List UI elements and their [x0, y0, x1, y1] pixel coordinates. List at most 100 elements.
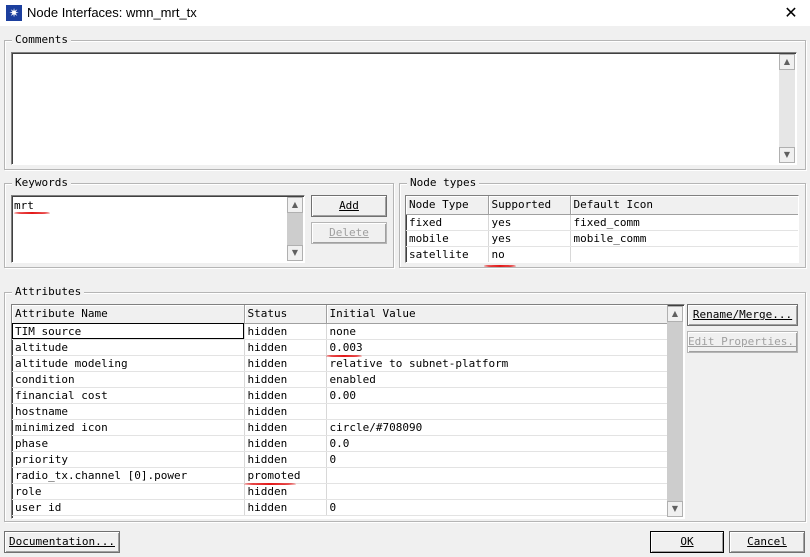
scroll-thumb[interactable] [667, 322, 683, 501]
keywords-label: Keywords [12, 176, 71, 190]
status-cell[interactable]: hidden [244, 483, 327, 500]
edit-properties-button[interactable]: Edit Properties... [687, 331, 798, 353]
status-cell[interactable]: hidden [244, 451, 327, 468]
initial-value-cell[interactable]: 0 [326, 451, 668, 468]
scroll-down-icon[interactable]: ▼ [667, 501, 683, 517]
scroll-thumb[interactable] [287, 213, 303, 245]
attribute-name-cell[interactable]: altitude [12, 339, 245, 356]
initial-value-cell[interactable]: 0.0 [326, 435, 668, 452]
column-header[interactable]: Default Icon [570, 196, 798, 215]
table-row[interactable]: phase hidden 0.0 [12, 435, 668, 452]
initial-value-cell[interactable]: none [326, 323, 668, 340]
status-cell[interactable]: hidden [244, 435, 327, 452]
attribute-name-cell[interactable]: TIM source [12, 323, 245, 340]
scroll-up-icon[interactable]: ▲ [667, 306, 683, 322]
documentation-button[interactable]: Documentation... [4, 531, 120, 553]
initial-value-cell[interactable] [326, 403, 668, 420]
close-icon[interactable]: ✕ [776, 2, 806, 24]
column-header[interactable]: Initial Value [326, 305, 668, 324]
default-icon-cell[interactable] [570, 246, 798, 262]
table-row[interactable]: hostname hidden [12, 403, 668, 420]
attribute-name-cell[interactable]: user id [12, 499, 245, 516]
column-header[interactable]: Status [244, 305, 327, 324]
status-cell[interactable]: hidden [244, 355, 327, 372]
column-header[interactable]: Node Type [406, 196, 489, 215]
status-cell[interactable]: hidden [244, 403, 327, 420]
initial-value-cell[interactable] [326, 467, 668, 484]
scroll-down-icon[interactable]: ▼ [779, 147, 795, 163]
status-cell[interactable]: hidden [244, 339, 327, 356]
table-row[interactable]: minimized icon hidden circle/#708090 [12, 419, 668, 436]
scroll-down-icon[interactable]: ▼ [287, 245, 303, 261]
scroll-up-icon[interactable]: ▲ [287, 197, 303, 213]
status-cell[interactable]: hidden [244, 387, 327, 404]
node-type-cell[interactable]: mobile [406, 230, 489, 247]
attribute-name-cell[interactable]: condition [12, 371, 245, 388]
attributes-scrollbar[interactable]: ▲ ▼ [667, 306, 683, 517]
add-button[interactable]: Add [311, 195, 387, 217]
comments-textarea[interactable]: ▲ ▼ [11, 52, 797, 165]
cancel-button[interactable]: Cancel [729, 531, 805, 553]
initial-value-cell[interactable]: enabled [326, 371, 668, 388]
initial-value-cell[interactable]: relative to subnet-platform [326, 355, 668, 372]
attributes-group: Attributes Attribute Name Status Initial… [4, 285, 806, 522]
attribute-name-cell[interactable]: priority [12, 451, 245, 468]
table-row[interactable]: TIM source hidden none [12, 323, 668, 340]
default-icon-cell[interactable]: fixed_comm [570, 214, 798, 231]
status-cell[interactable]: hidden [244, 323, 327, 340]
table-row[interactable]: fixed yes fixed_comm [406, 214, 798, 231]
supported-cell[interactable]: no [488, 246, 571, 262]
scroll-up-icon[interactable]: ▲ [779, 54, 795, 70]
initial-value-cell[interactable] [326, 483, 668, 500]
node-type-cell[interactable]: satellite [406, 246, 489, 262]
initial-value-cell[interactable]: 0.003 [326, 339, 668, 356]
default-icon-cell[interactable]: mobile_comm [570, 230, 798, 247]
attribute-name-cell[interactable]: role [12, 483, 245, 500]
status-cell[interactable]: hidden [244, 419, 327, 436]
attribute-name-cell[interactable]: radio_tx.channel [0].power [12, 467, 245, 484]
delete-button[interactable]: Delete [311, 222, 387, 244]
attribute-name-cell[interactable]: hostname [12, 403, 245, 420]
table-row[interactable]: radio_tx.channel [0].power promoted [12, 467, 668, 484]
column-header[interactable]: Supported [488, 196, 571, 215]
attributes-label: Attributes [12, 285, 85, 299]
annotation-mark [484, 265, 516, 267]
table-row[interactable]: altitude modeling hidden relative to sub… [12, 355, 668, 372]
table-row[interactable]: financial cost hidden 0.00 [12, 387, 668, 404]
keywords-list[interactable]: mrt ▲ ▼ [11, 195, 305, 263]
attribute-name-cell[interactable]: altitude modeling [12, 355, 245, 372]
table-row[interactable]: user id hidden 0 [12, 499, 668, 516]
attribute-name-cell[interactable]: phase [12, 435, 245, 452]
attribute-name-cell[interactable]: minimized icon [12, 419, 245, 436]
status-cell[interactable]: promoted [244, 467, 327, 484]
table-row[interactable]: priority hidden 0 [12, 451, 668, 468]
initial-value-cell[interactable]: circle/#708090 [326, 419, 668, 436]
rename-merge-button[interactable]: Rename/Merge... [687, 304, 798, 326]
table-row[interactable]: altitude hidden 0.003 [12, 339, 668, 356]
status-cell[interactable]: hidden [244, 499, 327, 516]
table-row[interactable]: satellite no [406, 246, 798, 262]
keyword-item[interactable]: mrt [14, 199, 34, 212]
ok-button[interactable]: OK [650, 531, 724, 553]
annotation-mark [14, 212, 50, 214]
comments-scrollbar[interactable]: ▲ ▼ [779, 54, 795, 163]
attribute-name-cell[interactable]: financial cost [12, 387, 245, 404]
title-bar: ✷ Node Interfaces: wmn_mrt_tx ✕ [0, 0, 810, 26]
window-title: Node Interfaces: wmn_mrt_tx [27, 5, 197, 20]
node-type-cell[interactable]: fixed [406, 214, 489, 231]
table-row[interactable]: role hidden [12, 483, 668, 500]
keywords-scrollbar[interactable]: ▲ ▼ [287, 197, 303, 261]
table-row[interactable]: condition hidden enabled [12, 371, 668, 388]
app-icon: ✷ [6, 5, 22, 21]
supported-cell[interactable]: yes [488, 214, 571, 231]
node-types-label: Node types [407, 176, 480, 190]
status-cell[interactable]: hidden [244, 371, 327, 388]
attributes-table[interactable]: Attribute Name Status Initial Value TIM … [11, 304, 685, 519]
column-header[interactable]: Attribute Name [12, 305, 245, 324]
initial-value-cell[interactable]: 0.00 [326, 387, 668, 404]
initial-value-cell[interactable]: 0 [326, 499, 668, 516]
node-types-table[interactable]: Node Type Supported Default Icon fixed y… [405, 195, 799, 263]
supported-cell[interactable]: yes [488, 230, 571, 247]
table-row[interactable]: mobile yes mobile_comm [406, 230, 798, 247]
node-types-group: Node types Node Type Supported Default I… [399, 176, 806, 268]
